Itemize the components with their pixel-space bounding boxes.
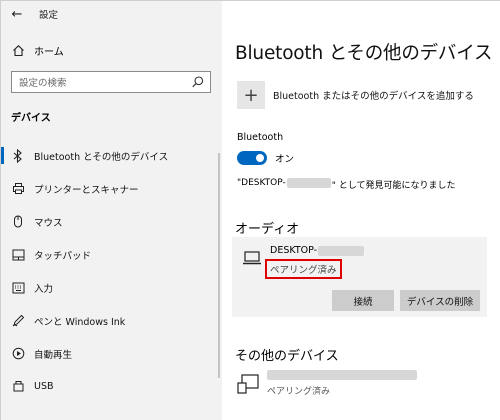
autoplay-icon: [11, 347, 25, 361]
sidebar-item-pen[interactable]: ペンと Windows Ink: [1, 304, 222, 337]
redacted-name: [318, 245, 365, 256]
mouse-icon: [11, 215, 25, 229]
sidebar-item-usb[interactable]: USB: [1, 370, 222, 403]
bluetooth-toggle[interactable]: [237, 151, 267, 165]
titlebar-left: ← 設定: [1, 1, 222, 27]
sidebar-nav: Bluetooth とその他のデバイス プリンターとスキャナー マウス タッチパ…: [1, 139, 222, 403]
back-button[interactable]: ←: [1, 1, 33, 27]
sidebar-item-label: Bluetooth とその他のデバイス: [34, 151, 169, 163]
sidebar-item-bluetooth[interactable]: Bluetooth とその他のデバイス: [1, 139, 222, 172]
bluetooth-label: Bluetooth: [237, 132, 284, 143]
sidebar-item-mouse[interactable]: マウス: [1, 205, 222, 238]
sidebar-item-label: 入力: [34, 283, 54, 295]
usb-icon: [11, 380, 25, 394]
other-devices-section-title: その他のデバイス: [235, 349, 339, 364]
other-device-status: ペアリング済み: [267, 387, 331, 397]
sidebar: ← 設定 ホーム 設定の検索 デバイス Bluetooth とその他のデバイス …: [1, 1, 222, 420]
toggle-state: オン: [275, 154, 295, 165]
pen-icon: [11, 314, 25, 328]
sidebar-item-autoplay[interactable]: 自動再生: [1, 337, 222, 370]
discoverable-message: "DESKTOP- " として発見可能になりました: [237, 178, 455, 191]
nav-home[interactable]: ホーム: [11, 41, 64, 59]
paired-status-highlight: ペアリング済み: [265, 259, 342, 279]
audio-device-card[interactable]: DESKTOP- ペアリング済み 接続 デバイスの削除: [232, 237, 487, 317]
device-name-text: DESKTOP-: [270, 245, 318, 256]
audio-device-name: DESKTOP-: [270, 245, 365, 256]
app-title: 設定: [39, 10, 59, 21]
other-device-item[interactable]: ペアリング済み: [237, 370, 487, 410]
page-title: Bluetooth とその他のデバイス: [235, 43, 493, 64]
selection-indicator: [1, 147, 4, 164]
remove-device-button[interactable]: デバイスの削除: [400, 290, 480, 311]
display-device-icon: [237, 374, 259, 394]
keyboard-icon: [11, 281, 25, 295]
printer-icon: [11, 182, 25, 196]
settings-window: ← 設定 ホーム 設定の検索 デバイス Bluetooth とその他のデバイス …: [0, 0, 500, 420]
search-icon[interactable]: [191, 75, 205, 89]
touchpad-icon: [11, 248, 25, 262]
add-device-label: Bluetooth またはその他のデバイスを追加する: [273, 91, 474, 102]
sidebar-item-label: タッチパッド: [34, 250, 92, 262]
sidebar-section-title: デバイス: [11, 113, 51, 124]
sidebar-item-label: マウス: [34, 217, 63, 229]
laptop-icon: [242, 250, 262, 266]
search-input[interactable]: 設定の検索: [11, 71, 211, 93]
bluetooth-toggle-row: オン: [237, 151, 294, 165]
audio-section-title: オーディオ: [235, 222, 300, 237]
toggle-knob: [256, 154, 264, 162]
bluetooth-icon: [11, 148, 25, 163]
sidebar-item-label: USB: [34, 381, 54, 392]
add-device-button[interactable]: + Bluetooth またはその他のデバイスを追加する: [237, 81, 474, 109]
sidebar-item-printers[interactable]: プリンターとスキャナー: [1, 172, 222, 205]
sidebar-item-label: プリンターとスキャナー: [34, 184, 139, 196]
back-arrow-icon: ←: [11, 6, 23, 22]
home-icon: [11, 43, 25, 57]
discover-prefix: "DESKTOP-: [237, 178, 286, 188]
sidebar-item-label: 自動再生: [34, 349, 73, 361]
discover-suffix: " として発見可能になりました: [331, 181, 456, 191]
sidebar-scrollbar[interactable]: [218, 153, 220, 378]
redacted-name: [286, 178, 331, 188]
plus-icon: +: [237, 81, 265, 109]
search-placeholder: 設定の検索: [19, 78, 67, 89]
sidebar-item-touchpad[interactable]: タッチパッド: [1, 238, 222, 271]
sidebar-item-label: ペンと Windows Ink: [34, 316, 126, 328]
connect-button[interactable]: 接続: [332, 290, 394, 311]
redacted-device-name: [267, 370, 417, 380]
home-label: ホーム: [34, 46, 64, 58]
sidebar-item-input[interactable]: 入力: [1, 271, 222, 304]
main-content: Bluetooth とその他のデバイス + Bluetooth またはその他のデ…: [222, 1, 500, 420]
